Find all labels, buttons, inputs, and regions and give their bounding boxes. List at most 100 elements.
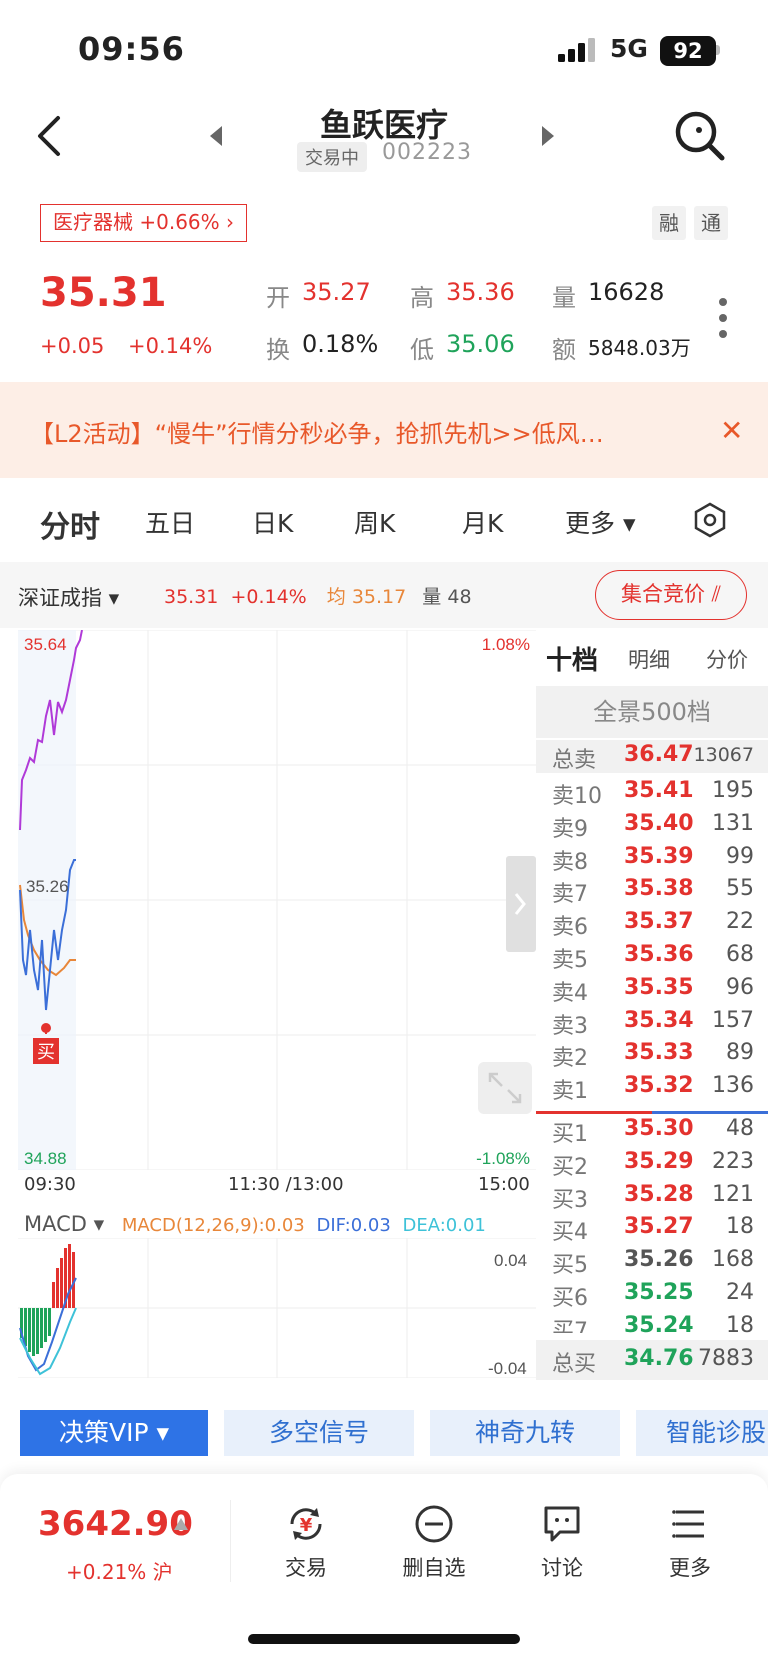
dea-value: DEA:0.01 (402, 1215, 486, 1236)
sell-level-volume: 55 (726, 876, 754, 902)
promo-banner-text[interactable]: 【L2活动】“慢牛”行情分秒必争，抢抓先机>>低风… (30, 414, 604, 449)
trade-button[interactable]: ¥ 交易 (256, 1502, 356, 1582)
discuss-label: 讨论 (541, 1556, 583, 1580)
full-depth-button[interactable]: 全景500档 (536, 686, 768, 738)
macd-bottom: -0.04 (488, 1359, 527, 1378)
buy-level-price: 35.25 (624, 1280, 694, 1305)
sell-level-row[interactable]: 卖4 35.35 96 (536, 973, 768, 1006)
macd-header: MACD ▾ MACD(12,26,9):0.03 DIF:0.03 DEA:0… (24, 1212, 486, 1236)
discuss-button[interactable]: 讨论 (512, 1502, 612, 1582)
smart-diagnosis-button[interactable]: 智能诊股 (636, 1410, 768, 1456)
status-time: 09:56 (78, 30, 185, 68)
home-indicator (248, 1634, 520, 1644)
sell-level-price: 35.38 (624, 876, 694, 902)
buy-level-row[interactable]: 买1 35.30 48 (536, 1114, 768, 1147)
sell-level-volume: 89 (726, 1040, 754, 1066)
more-dots-icon[interactable] (716, 296, 730, 340)
margin-tag: 融 (652, 206, 686, 240)
buy-level-volume: 18 (726, 1214, 754, 1240)
decision-vip-button[interactable]: 决策VIP ▾ (20, 1410, 208, 1456)
sell-level-row[interactable]: 卖5 35.36 68 (536, 940, 768, 973)
sell-level-row[interactable]: 卖8 35.39 99 (536, 842, 768, 875)
price-change: +0.05 (40, 334, 105, 358)
sell-level-row[interactable]: 卖3 35.34 157 (536, 1006, 768, 1039)
sell-level-row[interactable]: 卖2 35.33 89 (536, 1038, 768, 1071)
auction-button[interactable]: 集合竞价 ⫽ (595, 570, 747, 620)
sell-level-volume: 195 (712, 778, 754, 803)
total-sell-vol: 13067 (693, 744, 754, 766)
chat-icon (544, 1506, 580, 1542)
time-mid: 11:30 /13:00 (228, 1174, 344, 1195)
buy-level-label: 买6 (552, 1286, 588, 1311)
more-label: 更多 (669, 1556, 711, 1580)
market-index-value[interactable]: 3642.90 (38, 1504, 193, 1544)
open-value: 35.27 (302, 278, 371, 306)
open-label: 开 (266, 284, 290, 312)
vol-value: 48 (447, 586, 472, 608)
long-short-signal-button[interactable]: 多空信号 (224, 1410, 414, 1456)
sell-level-label: 卖7 (552, 882, 588, 908)
tab-five-day[interactable]: 五日 (145, 504, 195, 540)
buy-level-row[interactable]: 买7 35.24 18 (536, 1311, 768, 1333)
tab-more[interactable]: 更多 ▾ (565, 504, 636, 540)
sell-level-volume: 131 (712, 810, 754, 836)
sell-level-price: 35.37 (624, 909, 694, 935)
settings-hex-icon[interactable] (692, 502, 728, 538)
buy-level-label: 买7 (552, 1318, 588, 1333)
sell-level-label: 卖1 (552, 1079, 588, 1105)
tab-intraday[interactable]: 分时 (40, 502, 100, 546)
buy-level-row[interactable]: 买2 35.29 223 (536, 1147, 768, 1180)
svg-text:¥: ¥ (300, 1515, 313, 1536)
turnover-value: 0.18% (302, 330, 379, 358)
buy-level-row[interactable]: 买5 35.26 168 (536, 1245, 768, 1278)
buy-level-row[interactable]: 买4 35.27 18 (536, 1212, 768, 1245)
sell-level-row[interactable]: 卖6 35.37 22 (536, 907, 768, 940)
buy-level-price: 35.24 (624, 1312, 694, 1333)
sell-level-price: 35.40 (624, 810, 694, 836)
macd-selector[interactable]: MACD ▾ (24, 1212, 104, 1236)
total-buy-vol: 7883 (698, 1346, 754, 1371)
connect-tag: 通 (694, 206, 728, 240)
macd-top: 0.04 (494, 1251, 527, 1270)
next-stock-icon[interactable] (540, 124, 556, 148)
sell-level-label: 卖8 (552, 849, 588, 875)
buy-level-volume: 24 (726, 1280, 754, 1305)
tab-daily-k[interactable]: 日K (252, 504, 293, 540)
sell-level-row[interactable]: 卖10 35.41 195 (536, 776, 768, 809)
total-buy-label: 总买 (552, 1352, 597, 1377)
tab-price-dist[interactable]: 分价 (706, 644, 748, 674)
remove-watchlist-label: 删自选 (402, 1556, 466, 1580)
sell-level-volume: 157 (712, 1007, 754, 1033)
volume-value: 16628 (588, 278, 665, 306)
buy-level-row[interactable]: 买6 35.25 24 (536, 1278, 768, 1311)
chart-top-pct: 1.08% (482, 635, 530, 654)
tab-details[interactable]: 明细 (628, 644, 670, 674)
sell-level-row[interactable]: 卖9 35.40 131 (536, 809, 768, 842)
sell-level-label: 卖3 (552, 1013, 588, 1039)
sector-badge[interactable]: 医疗器械 +0.66% › (40, 204, 248, 242)
index-selector[interactable]: 深证成指 ▾ (18, 582, 119, 612)
tab-ten-levels[interactable]: 十档 (546, 640, 598, 677)
buy-marker: 买 (37, 1042, 55, 1062)
current-price: 35.31 (40, 270, 167, 316)
buy-level-row[interactable]: 买3 35.28 121 (536, 1180, 768, 1213)
sell-level-row[interactable]: 卖7 35.38 55 (536, 874, 768, 907)
avg-label: 均 (326, 586, 346, 608)
more-button[interactable]: 更多 (640, 1502, 740, 1582)
sell-level-label: 卖2 (552, 1046, 588, 1072)
magic-nine-button[interactable]: 神奇九转 (430, 1410, 620, 1456)
time-end: 15:00 (478, 1174, 530, 1195)
up-arrow-icon (174, 1518, 188, 1530)
sell-level-row[interactable]: 卖1 35.32 136 (536, 1071, 768, 1104)
tab-weekly-k[interactable]: 周K (354, 504, 395, 540)
macd-chart: 0.04 -0.04 (18, 1238, 536, 1378)
dif-value: DIF:0.03 (316, 1215, 391, 1236)
buy-level-volume: 168 (712, 1247, 754, 1273)
close-icon[interactable]: ✕ (720, 414, 743, 447)
tab-monthly-k[interactable]: 月K (462, 504, 503, 540)
battery-icon: 92 (660, 36, 716, 66)
search-icon[interactable] (672, 108, 728, 164)
bottom-divider (230, 1500, 231, 1582)
intraday-chart[interactable]: 买 35.64 35.26 34.88 1.08% -1.08% (18, 630, 536, 1170)
remove-watchlist-button[interactable]: 删自选 (384, 1502, 484, 1582)
